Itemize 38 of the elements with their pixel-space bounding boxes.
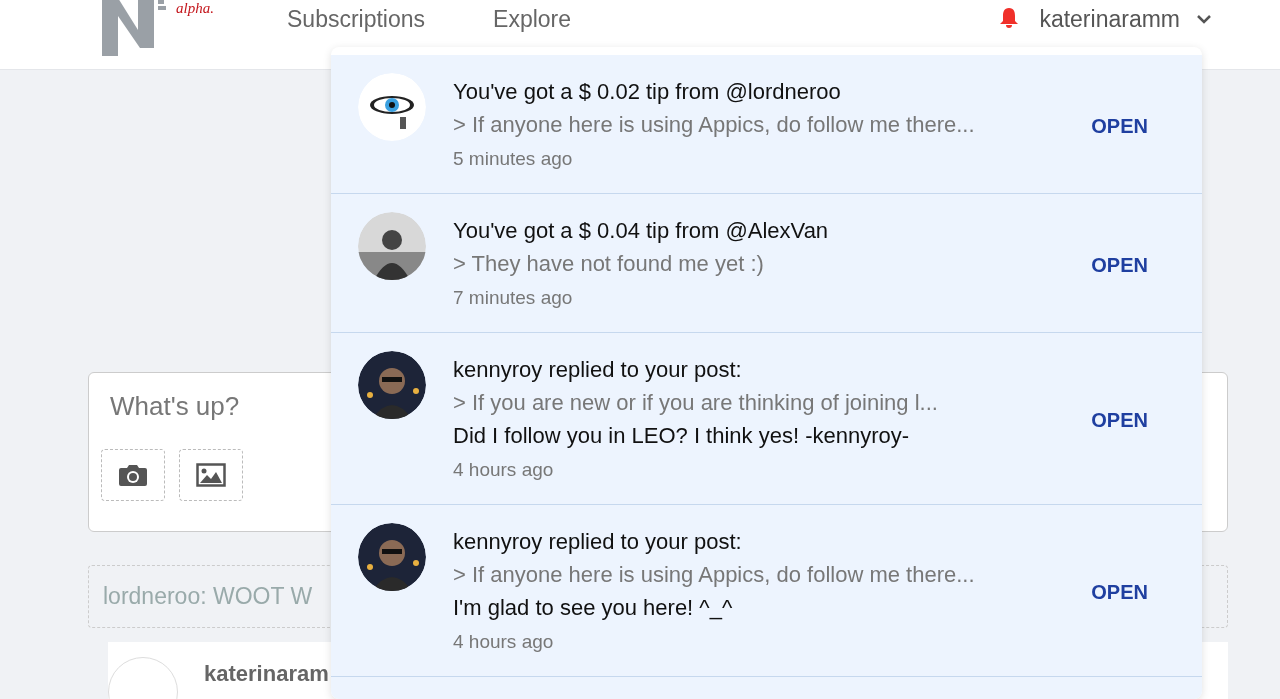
reply-text: I'm glad to see you here! ^_^ — [453, 594, 734, 622]
notification-item[interactable]: kennyroy replied to your post: > If you are new or if you are thinking of joining l... Did I follow you in LEO? I think yes! -kennyroy- 4 hours ago OPEN — [331, 333, 1202, 505]
quoted-text: > They have not found me yet :) — [453, 250, 765, 278]
nav-link[interactable]: Subscriptions — [287, 5, 426, 33]
open-link[interactable]: OPEN — [1091, 114, 1148, 138]
notification-title: kennyroy replied to your post: — [453, 528, 743, 556]
post-author: katerinaram — [204, 661, 329, 687]
image-icon — [196, 463, 226, 487]
nav-link[interactable]: Explore — [493, 5, 572, 33]
notification-item[interactable]: kennyroy replied to your post: > If anyone here is using Appics, do follow me there... I'm glad to see you here! ^_^ 4 hours ago OPEN — [331, 505, 1202, 677]
notification-title: You've got a $ 0.02 tip from @lordneroo — [453, 78, 842, 106]
avatar — [358, 523, 426, 591]
timestamp: 5 minutes ago — [453, 147, 574, 171]
notice-text: lordneroo: WOOT W — [103, 583, 313, 610]
notification-title: kennyroy replied to your post: — [453, 356, 743, 384]
reply-text: Did I follow you in LEO? I think yes! -kennyroy- — [453, 422, 911, 450]
open-link[interactable]: OPEN — [1091, 409, 1148, 432]
open-link[interactable]: OPEN — [1091, 581, 1148, 604]
timestamp: 7 minutes ago — [453, 286, 574, 310]
logo-text: alpha. — [176, 0, 214, 17]
notification-item[interactable]: You've got a $ 0.04 tip from @AlexVan > They have not found me yet :) 7 minutes ago OPEN — [331, 194, 1202, 333]
quoted-text: > If anyone here is using Appics, do follow me there... — [453, 111, 976, 139]
username-menu[interactable]: katerinaramm — [1039, 0, 1180, 33]
notification-title: You've got a $ 0.04 tip from @AlexVan — [453, 217, 830, 245]
avatar — [358, 351, 426, 419]
image-button[interactable] — [179, 449, 243, 501]
timestamp: 4 hours ago — [453, 630, 555, 654]
avatar — [358, 73, 426, 141]
timestamp: 4 hours ago — [453, 458, 555, 482]
avatar — [358, 212, 426, 280]
quoted-text: > If anyone here is using Appics, do follow me there... — [453, 561, 976, 589]
quoted-text: > If you are new or if you are thinking of joining l... — [453, 389, 939, 417]
bell-icon[interactable] — [999, 7, 1020, 29]
open-link[interactable]: OPEN — [1091, 253, 1148, 277]
chevron-icon[interactable] — [1196, 13, 1212, 25]
camera-icon — [118, 463, 148, 487]
camera-button[interactable] — [101, 449, 165, 501]
notification-item[interactable]: You've got a $ 0.02 tip from @lordneroo > If anyone here is using Appics, do follow me there... 5 minutes ago OPEN — [331, 55, 1202, 194]
